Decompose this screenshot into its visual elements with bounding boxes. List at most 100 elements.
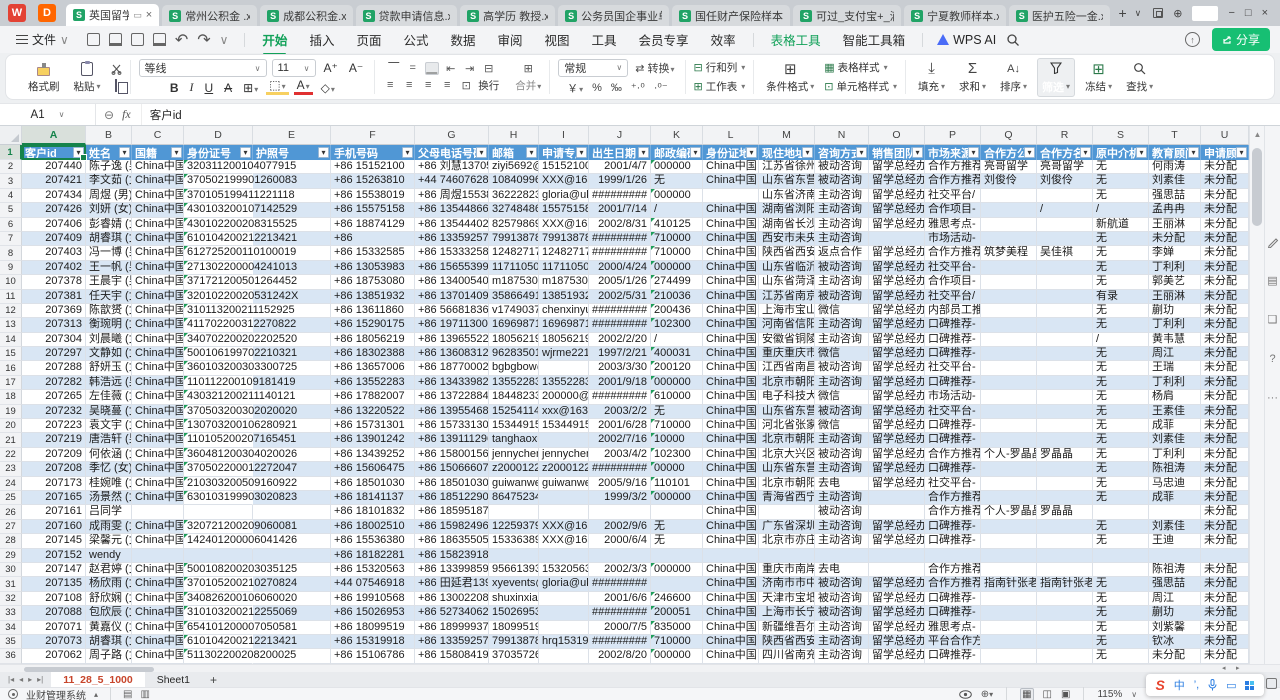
cell[interactable]: 117110505	[489, 261, 539, 275]
cell[interactable]: China中国	[703, 491, 759, 505]
filter-dropdown-icon[interactable]	[746, 147, 757, 158]
cell[interactable]: 被动咨询	[815, 361, 869, 375]
eraser-button[interactable]: ◇▾	[318, 81, 338, 95]
find-button[interactable]: 查找▾	[1122, 59, 1157, 95]
cell[interactable]: China中国	[703, 534, 759, 548]
cell[interactable]: 630103199903020823	[184, 491, 253, 505]
cell[interactable]: 207378	[22, 275, 86, 289]
cell[interactable]: 留学总经办	[869, 218, 925, 232]
cell[interactable]: +86 13955468251	[415, 405, 489, 419]
cell[interactable]: +86 13611860	[331, 304, 415, 318]
file-tab[interactable]: S成都公积金.xlsx	[260, 5, 352, 26]
header-cell-S[interactable]: 原中介机构	[1093, 145, 1149, 160]
cell[interactable]: +86	[331, 232, 415, 246]
cell[interactable]: 无	[1093, 606, 1149, 620]
cell[interactable]: /	[651, 333, 703, 347]
outline-icon[interactable]: ▥	[140, 689, 149, 700]
cell[interactable]: 无	[1093, 635, 1149, 649]
cell[interactable]: China中国	[703, 304, 759, 318]
cell[interactable]: 留学总经办	[869, 419, 925, 433]
cell[interactable]	[981, 606, 1037, 620]
cell[interactable]: 无	[1093, 448, 1149, 462]
cell[interactable]: China中国	[132, 361, 184, 375]
cell[interactable]: 山东省东营	[759, 405, 815, 419]
cell[interactable]: 口碑推荐-	[925, 333, 981, 347]
cell[interactable]: +44 7460762888	[415, 174, 489, 188]
cell[interactable]: 246600	[651, 592, 703, 606]
merge-button[interactable]: 合并▾	[515, 78, 541, 93]
filter-dropdown-icon[interactable]	[526, 147, 537, 158]
cell[interactable]: 微信	[815, 347, 869, 361]
cell[interactable]: 刘素佳	[1149, 174, 1201, 188]
cell[interactable]: +86 13400540988	[415, 275, 489, 289]
save-icon[interactable]	[87, 33, 100, 46]
cell[interactable]	[1037, 405, 1093, 419]
cell[interactable]: 无	[1093, 419, 1149, 433]
cell[interactable]: jennychen7	[489, 448, 539, 462]
cell[interactable]: 未分配	[1201, 505, 1249, 519]
upgrade-icon[interactable]: ↑	[1185, 32, 1200, 47]
cell[interactable]: 留学总经办	[869, 405, 925, 419]
cell[interactable]: China中国	[703, 563, 759, 577]
cell[interactable]: 北京市亦庄	[759, 534, 815, 548]
cell[interactable]: ziyi5692@q	[489, 160, 539, 174]
cell[interactable]: 207073	[22, 635, 86, 649]
row-number[interactable]: 21	[0, 433, 22, 447]
cell[interactable]: China中国	[132, 376, 184, 390]
cell[interactable]: #########	[589, 390, 651, 404]
cell[interactable]: +86 18999937166	[415, 621, 489, 635]
cell[interactable]: 合作方推荐	[925, 505, 981, 519]
cell[interactable]: 110112200109181419	[184, 376, 253, 390]
cell[interactable]: 207135	[22, 577, 86, 591]
cell[interactable]: 口碑推荐-	[925, 606, 981, 620]
cell[interactable]: 主动咨询	[815, 318, 869, 332]
cell[interactable]: 重庆重庆市	[759, 347, 815, 361]
cell[interactable]: +86 15106786	[331, 649, 415, 663]
cell[interactable]: 北京市朝阳	[759, 433, 815, 447]
cell[interactable]	[184, 549, 253, 563]
cell[interactable]: 山东省临沂	[759, 261, 815, 275]
cell[interactable]: chenxinyur	[539, 304, 589, 318]
cell[interactable]: 2005/1/26	[589, 275, 651, 289]
cell[interactable]: +86 18501030988	[415, 477, 489, 491]
cell[interactable]: 王丽淋	[1149, 290, 1201, 304]
cell[interactable]: 桂婉唯 (女	[86, 477, 132, 491]
cell[interactable]: 未分配	[1201, 419, 1249, 433]
cell[interactable]: 未分配	[1201, 635, 1249, 649]
cell[interactable]: 310113200211152925	[184, 304, 253, 318]
cell[interactable]	[1037, 232, 1093, 246]
cell[interactable]: 留学总经办	[869, 462, 925, 476]
cell[interactable]	[1037, 189, 1093, 203]
cell[interactable]: 西安市未央	[759, 232, 815, 246]
cell[interactable]: 207088	[22, 606, 86, 620]
cell[interactable]: 强思喆	[1149, 189, 1201, 203]
cell[interactable]: 无	[1093, 318, 1149, 332]
align-bottom-icon[interactable]: ⎽	[425, 62, 439, 75]
cell[interactable]: 未分配	[1201, 290, 1249, 304]
cell[interactable]	[981, 520, 1037, 534]
cell[interactable]: 钦冰	[1149, 635, 1201, 649]
cell[interactable]: 138519326	[539, 290, 589, 304]
comma-style-button[interactable]: ‰	[609, 82, 624, 94]
fit-window-icon[interactable]	[1266, 678, 1277, 689]
header-cell-A[interactable]: 客户id	[22, 145, 86, 160]
cell[interactable]: 207282	[22, 376, 86, 390]
cell[interactable]: 000000	[651, 261, 703, 275]
row-number[interactable]: 19	[0, 405, 22, 419]
cell[interactable]	[539, 549, 589, 563]
cell[interactable]: China中国	[132, 448, 184, 462]
share-button[interactable]: 分享	[1212, 28, 1270, 51]
cell[interactable]: 362228235	[489, 189, 539, 203]
row-number[interactable]: 3	[0, 174, 22, 188]
cell[interactable]: China中国	[132, 649, 184, 663]
cell[interactable]: 2002/8/20	[589, 649, 651, 663]
cell[interactable]: 主动咨询	[815, 462, 869, 476]
cell[interactable]	[651, 549, 703, 563]
cell[interactable]	[981, 275, 1037, 289]
cell[interactable]: z20001227	[489, 462, 539, 476]
cell[interactable]: 合作方推荐	[925, 160, 981, 174]
cell[interactable]: 主动咨询	[815, 218, 869, 232]
cell[interactable]: China中国	[132, 462, 184, 476]
cell[interactable]: 130703200106280921	[184, 419, 253, 433]
file-tab[interactable]: S可过_支付宝+_滴滴	[793, 5, 901, 26]
